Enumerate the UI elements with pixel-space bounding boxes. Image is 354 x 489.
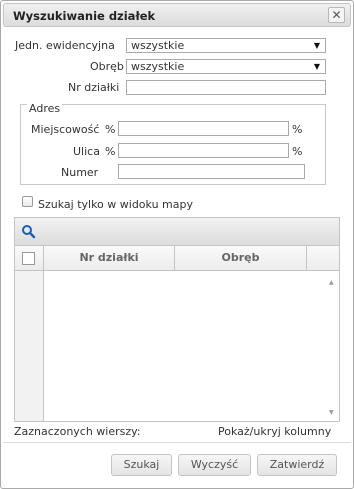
numer-input[interactable] — [118, 164, 305, 179]
confirm-button[interactable]: Zatwierdź — [257, 454, 337, 476]
adres-legend: Adres — [27, 102, 63, 115]
row-number-column — [15, 271, 44, 421]
dialog-titlebar[interactable]: Wyszukiwanie działek ✕ — [3, 3, 351, 27]
miejscowosc-label: Miejscowość — [31, 123, 100, 136]
search-parcels-dialog: Wyszukiwanie działek ✕ Jedn. ewidencyjna… — [0, 0, 354, 489]
column-header-obreb[interactable]: Obręb — [175, 246, 307, 270]
grid-search-button[interactable] — [21, 224, 36, 239]
search-button[interactable]: Szukaj — [111, 454, 172, 476]
select-all-checkbox[interactable] — [22, 252, 35, 265]
column-header-spacer — [307, 246, 339, 270]
map-only-label: Szukaj tylko w widoku mapy — [38, 198, 193, 211]
search-icon — [22, 225, 36, 239]
ulica-wildcard-prefix: % — [105, 145, 116, 158]
scroll-down-icon[interactable]: ▼ — [329, 409, 334, 416]
obreb-label: Obręb — [90, 60, 124, 73]
chevron-down-icon: ▼ — [313, 62, 320, 71]
dialog-title: Wyszukiwanie działek — [13, 9, 156, 23]
select-all-cell — [15, 246, 44, 270]
toggle-columns-link[interactable]: Pokaż/ukryj kolumny — [218, 425, 331, 438]
miejscowosc-wildcard-suffix: % — [292, 123, 303, 136]
obreb-select[interactable]: wszystkie ▼ — [126, 59, 326, 74]
nr-dzialki-label: Nr działki — [68, 81, 120, 94]
obreb-value: wszystkie — [131, 60, 185, 73]
miejscowosc-input[interactable] — [118, 121, 289, 136]
chevron-down-icon: ▼ — [313, 41, 320, 50]
clear-button[interactable]: Wyczyść — [178, 454, 251, 476]
column-header-nr-dzialki[interactable]: Nr działki — [44, 246, 175, 270]
ulica-wildcard-suffix: % — [292, 145, 303, 158]
nr-dzialki-input[interactable] — [126, 80, 326, 95]
grid-header: Nr działki Obręb — [15, 246, 339, 271]
close-button[interactable]: ✕ — [328, 7, 345, 23]
grid-toolbar — [15, 218, 339, 246]
numer-label: Numer — [61, 166, 99, 179]
map-only-checkbox[interactable] — [22, 196, 33, 207]
scroll-up-icon[interactable]: ▲ — [329, 279, 334, 286]
ulica-input[interactable] — [118, 143, 289, 158]
jedn-ewidencyjna-select[interactable]: wszystkie ▼ — [126, 38, 326, 53]
selected-rows-label: Zaznaczonych wierszy: — [14, 425, 141, 438]
miejscowosc-wildcard-prefix: % — [105, 123, 116, 136]
jedn-ewidencyjna-value: wszystkie — [131, 39, 185, 52]
close-icon: ✕ — [331, 8, 342, 22]
ulica-label: Ulica — [73, 145, 100, 158]
results-grid: Nr działki Obręb ▲ ▼ — [14, 217, 340, 422]
footer-divider — [3, 442, 351, 443]
grid-scrollbar[interactable]: ▲ ▼ — [325, 271, 339, 421]
jedn-ewidencyjna-label: Jedn. ewidencyjna — [15, 39, 115, 52]
